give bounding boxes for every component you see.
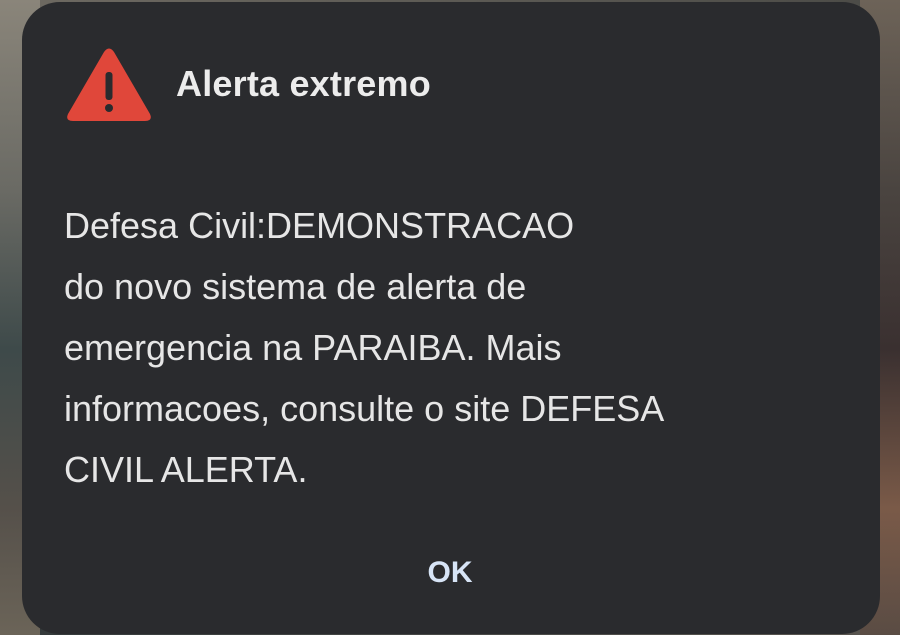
emergency-alert-dialog: Alerta extremo Defesa Civil:DEMONSTRACAO… [22,2,880,634]
warning-triangle-icon [67,48,151,121]
alert-title: Alerta extremo [176,63,431,104]
alert-header: Alerta extremo [66,46,431,122]
alert-message: Defesa Civil:DEMONSTRACAO do novo sistem… [64,205,665,490]
ok-button[interactable]: OK [400,542,500,604]
